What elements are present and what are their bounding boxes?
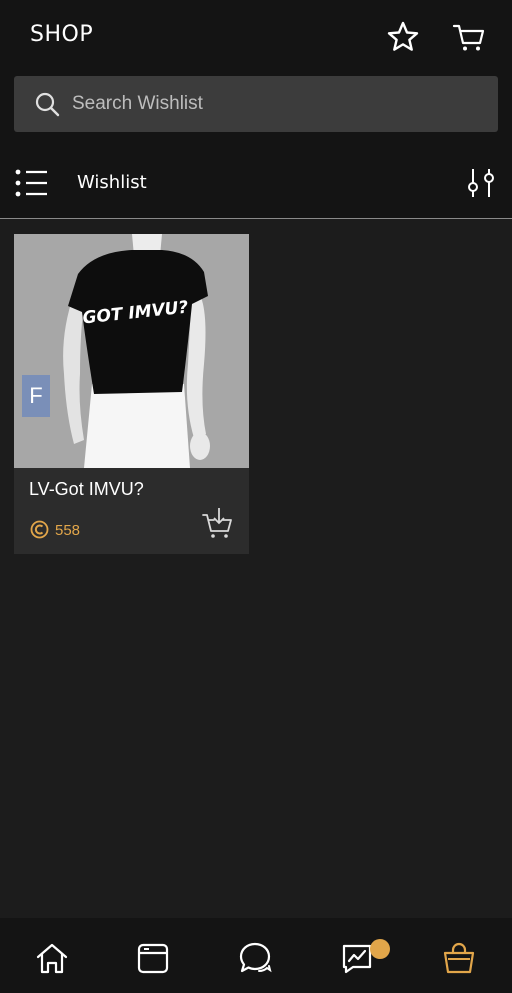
avatar-tshirt-image: GOT IMVU?: [14, 234, 249, 468]
cart-icon[interactable]: [452, 20, 486, 54]
wishlist-label: Wishlist: [77, 172, 147, 193]
wishlist-toolbar: Wishlist: [0, 146, 512, 219]
search-bar[interactable]: [14, 76, 498, 132]
search-icon: [35, 92, 60, 117]
star-icon[interactable]: [386, 20, 420, 54]
chat-icon[interactable]: [237, 940, 273, 976]
product-title: LV-Got IMVU?: [29, 479, 144, 499]
home-icon[interactable]: [34, 940, 70, 976]
browser-icon[interactable]: [135, 940, 171, 976]
search-input[interactable]: [72, 93, 498, 115]
credit-icon: [30, 520, 49, 539]
bottom-nav: [0, 918, 512, 993]
gender-badge: F: [22, 375, 50, 417]
app-header: SHOP: [0, 0, 512, 76]
add-to-cart-icon[interactable]: [201, 506, 235, 540]
filter-icon[interactable]: [464, 166, 498, 200]
product-card[interactable]: GOT IMVU? F LV-Got IMVU? 558: [14, 234, 249, 554]
product-thumbnail: GOT IMVU? F: [14, 234, 249, 468]
shop-bag-icon[interactable]: [441, 940, 477, 976]
product-price: 558: [55, 522, 81, 539]
page-title: SHOP: [30, 22, 94, 47]
list-icon[interactable]: [14, 168, 50, 198]
notification-dot: [370, 939, 390, 959]
search-bar-container: [0, 76, 512, 146]
shop-screen: SHOP Search Wishlist Wishlist GOT IMVU? …: [0, 0, 512, 993]
